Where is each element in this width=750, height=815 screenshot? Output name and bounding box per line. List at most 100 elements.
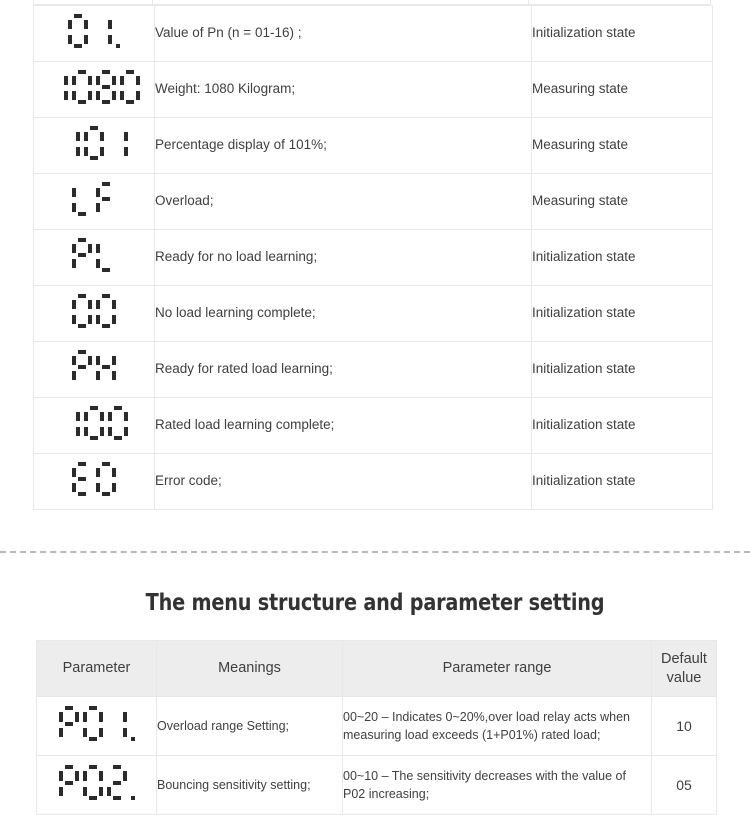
seven-segment-display	[72, 350, 116, 384]
parameter-default-cell: 10	[651, 696, 717, 756]
seven-segment-bar	[78, 477, 86, 481]
column-header-meanings: Meanings	[156, 640, 343, 697]
seven-segment-char	[82, 765, 103, 800]
seven-segment-bar	[112, 315, 116, 324]
status-display-cell	[33, 61, 155, 118]
seven-segment-bar	[98, 786, 103, 796]
seven-segment-bar	[74, 14, 82, 18]
seven-segment-char	[130, 765, 135, 800]
status-description-cell: No load learning complete;	[154, 285, 532, 342]
seven-segment-char	[60, 406, 80, 440]
column-header-parameter: Parameter	[36, 640, 157, 697]
seven-segment-bar	[58, 786, 63, 796]
table-row: Error code; Initialization state	[33, 453, 713, 510]
seven-segment-bar	[90, 436, 98, 440]
status-description-cell: Value of Pn (n = 01-16) ;	[154, 5, 532, 62]
seven-segment-display	[58, 706, 135, 741]
seven-segment-bar	[112, 483, 116, 492]
seven-segment-bar	[88, 244, 92, 253]
seven-segment-bar	[122, 712, 127, 722]
seven-segment-bar	[96, 300, 100, 309]
column-header-default-value-text: Default value	[661, 651, 707, 686]
parameter-range-cell: 00~20 – Indicates 0~20%,over load relay …	[342, 696, 652, 756]
seven-segment-bar	[112, 91, 116, 100]
seven-segment-bar	[88, 796, 97, 800]
seven-segment-char	[68, 14, 88, 48]
seven-segment-bar	[122, 771, 127, 781]
seven-segment-char	[60, 126, 80, 160]
seven-segment-bar	[72, 483, 76, 492]
seven-segment-bar	[102, 197, 110, 201]
seven-segment-bar	[106, 786, 111, 796]
seven-segment-char	[120, 70, 140, 104]
seven-segment-bar	[112, 356, 116, 365]
page-title: The menu structure and parameter setting	[145, 590, 605, 616]
seven-segment-char	[107, 706, 127, 741]
seven-segment-bar	[114, 406, 122, 410]
seven-segment-bar	[58, 771, 63, 781]
column-header-default-value: Default value	[651, 640, 717, 697]
seven-segment-char	[72, 350, 92, 384]
seven-segment-bar	[88, 91, 92, 100]
seven-segment-bar	[112, 76, 116, 85]
seven-segment-bar	[84, 412, 88, 421]
status-display-cell	[33, 341, 155, 398]
status-state-cell: Measuring state	[531, 61, 713, 118]
seven-segment-bar	[72, 188, 76, 197]
seven-segment-bar	[112, 300, 116, 309]
seven-segment-bar	[124, 132, 128, 141]
seven-segment-display	[60, 126, 128, 160]
section-divider	[0, 551, 750, 553]
seven-segment-bar	[100, 427, 104, 436]
column-header-range: Parameter range	[342, 640, 652, 697]
seven-segment-bar	[78, 238, 86, 242]
parameter-display-cell	[36, 696, 157, 756]
status-display-cell	[33, 397, 155, 454]
seven-segment-bar	[102, 85, 110, 89]
seven-segment-bar	[112, 796, 121, 800]
seven-segment-bar	[96, 76, 100, 85]
seven-segment-char	[96, 294, 116, 328]
seven-segment-bar	[98, 712, 103, 722]
seven-segment-bar	[68, 20, 72, 29]
seven-segment-bar	[72, 91, 76, 100]
seven-segment-display	[72, 238, 116, 272]
seven-segment-bar	[82, 712, 87, 722]
seven-segment-bar	[64, 765, 73, 769]
seven-segment-char	[72, 182, 92, 216]
seven-segment-bar	[64, 780, 73, 785]
seven-segment-char	[106, 765, 127, 800]
table-row: Ready for no load learning; Initializatio…	[33, 229, 713, 286]
seven-segment-char	[96, 350, 116, 384]
seven-segment-bar	[78, 70, 86, 74]
seven-segment-bar	[102, 365, 110, 369]
seven-segment-bar	[72, 300, 76, 309]
seven-segment-bar	[78, 294, 86, 298]
seven-segment-char	[58, 765, 79, 800]
seven-segment-bar	[120, 76, 124, 85]
seven-segment-bar	[102, 492, 110, 496]
parameter-meaning-cell: Bouncing sensitivity setting;	[156, 755, 343, 815]
seven-segment-bar	[90, 126, 98, 130]
seven-segment-bar	[114, 436, 122, 440]
seven-segment-display	[68, 14, 120, 48]
seven-segment-bar	[96, 468, 100, 477]
seven-segment-char	[116, 14, 120, 48]
status-state-cell: Initialization state	[531, 453, 713, 510]
status-display-cell	[33, 285, 155, 342]
seven-segment-bar	[96, 371, 100, 380]
seven-segment-bar	[96, 259, 100, 268]
seven-segment-bar	[126, 70, 134, 74]
seven-segment-bar	[100, 132, 104, 141]
status-description-cell: Ready for no load learning;	[154, 229, 532, 286]
seven-segment-bar	[112, 371, 116, 380]
seven-segment-display	[48, 70, 140, 104]
seven-segment-bar	[96, 483, 100, 492]
seven-segment-bar	[88, 315, 92, 324]
parameter-setting-table-container: Parameter Meanings Parameter range Defau…	[36, 640, 717, 815]
seven-segment-bar	[88, 300, 92, 309]
seven-segment-bar	[102, 100, 110, 104]
status-description-cell: Percentage display of 101%;	[154, 117, 532, 174]
seven-segment-char	[58, 706, 79, 741]
seven-segment-bar	[64, 721, 73, 726]
